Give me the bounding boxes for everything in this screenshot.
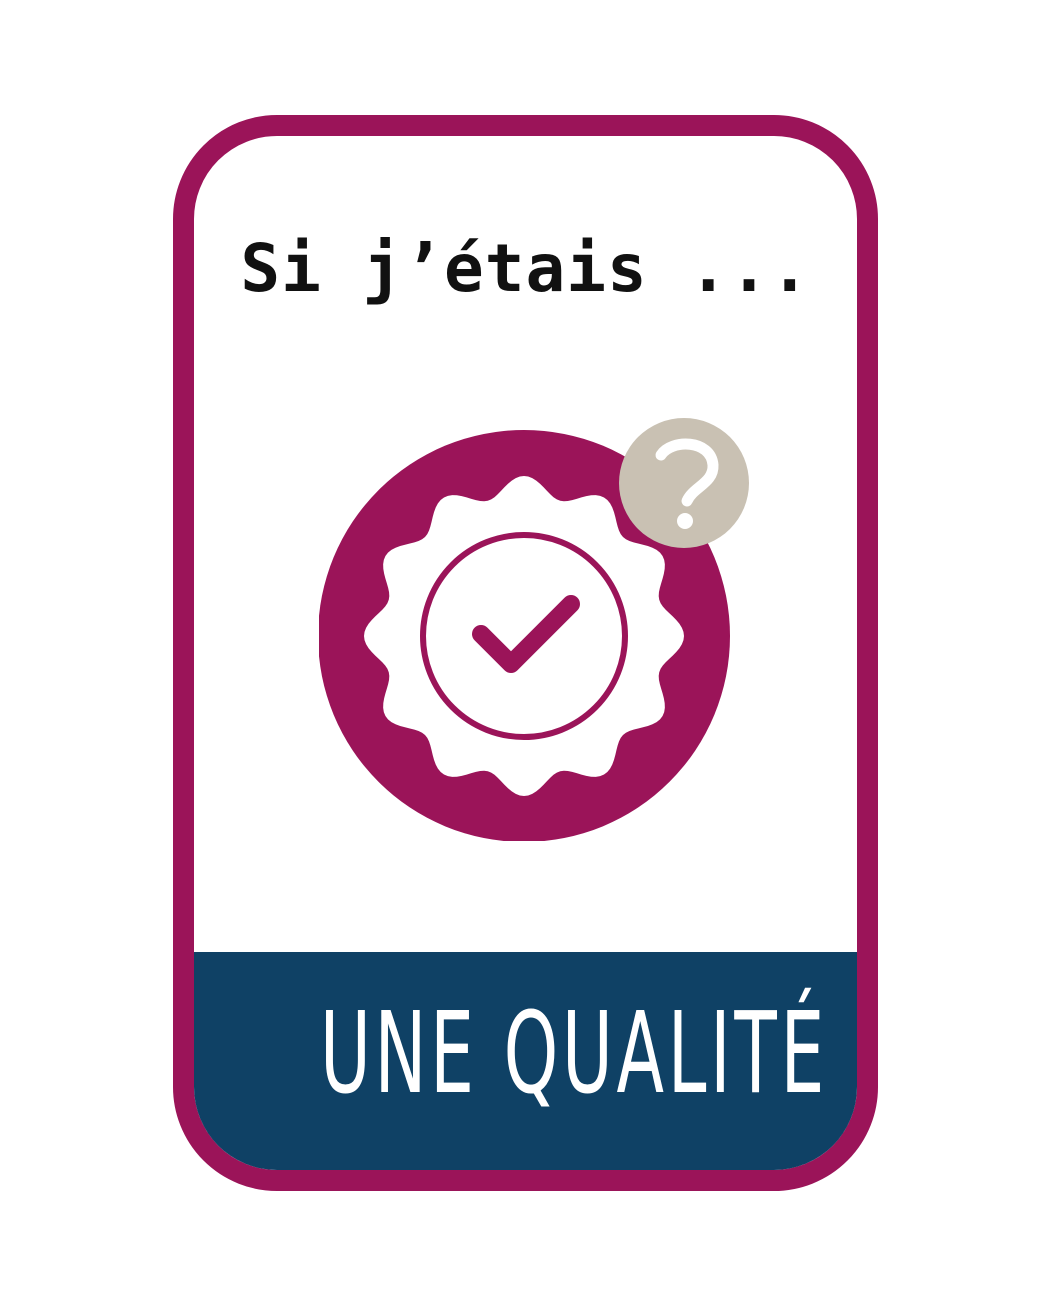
question-mark-icon — [619, 418, 749, 548]
card: Si j’étais ... UNE QUALITÉ — [173, 115, 878, 1191]
category-label: UNE QUALITÉ — [319, 989, 829, 1119]
card-title: Si j’étais ... — [240, 230, 811, 307]
category-band: UNE QUALITÉ — [194, 952, 857, 1170]
quality-badge-checkmark-icon — [319, 418, 749, 841]
